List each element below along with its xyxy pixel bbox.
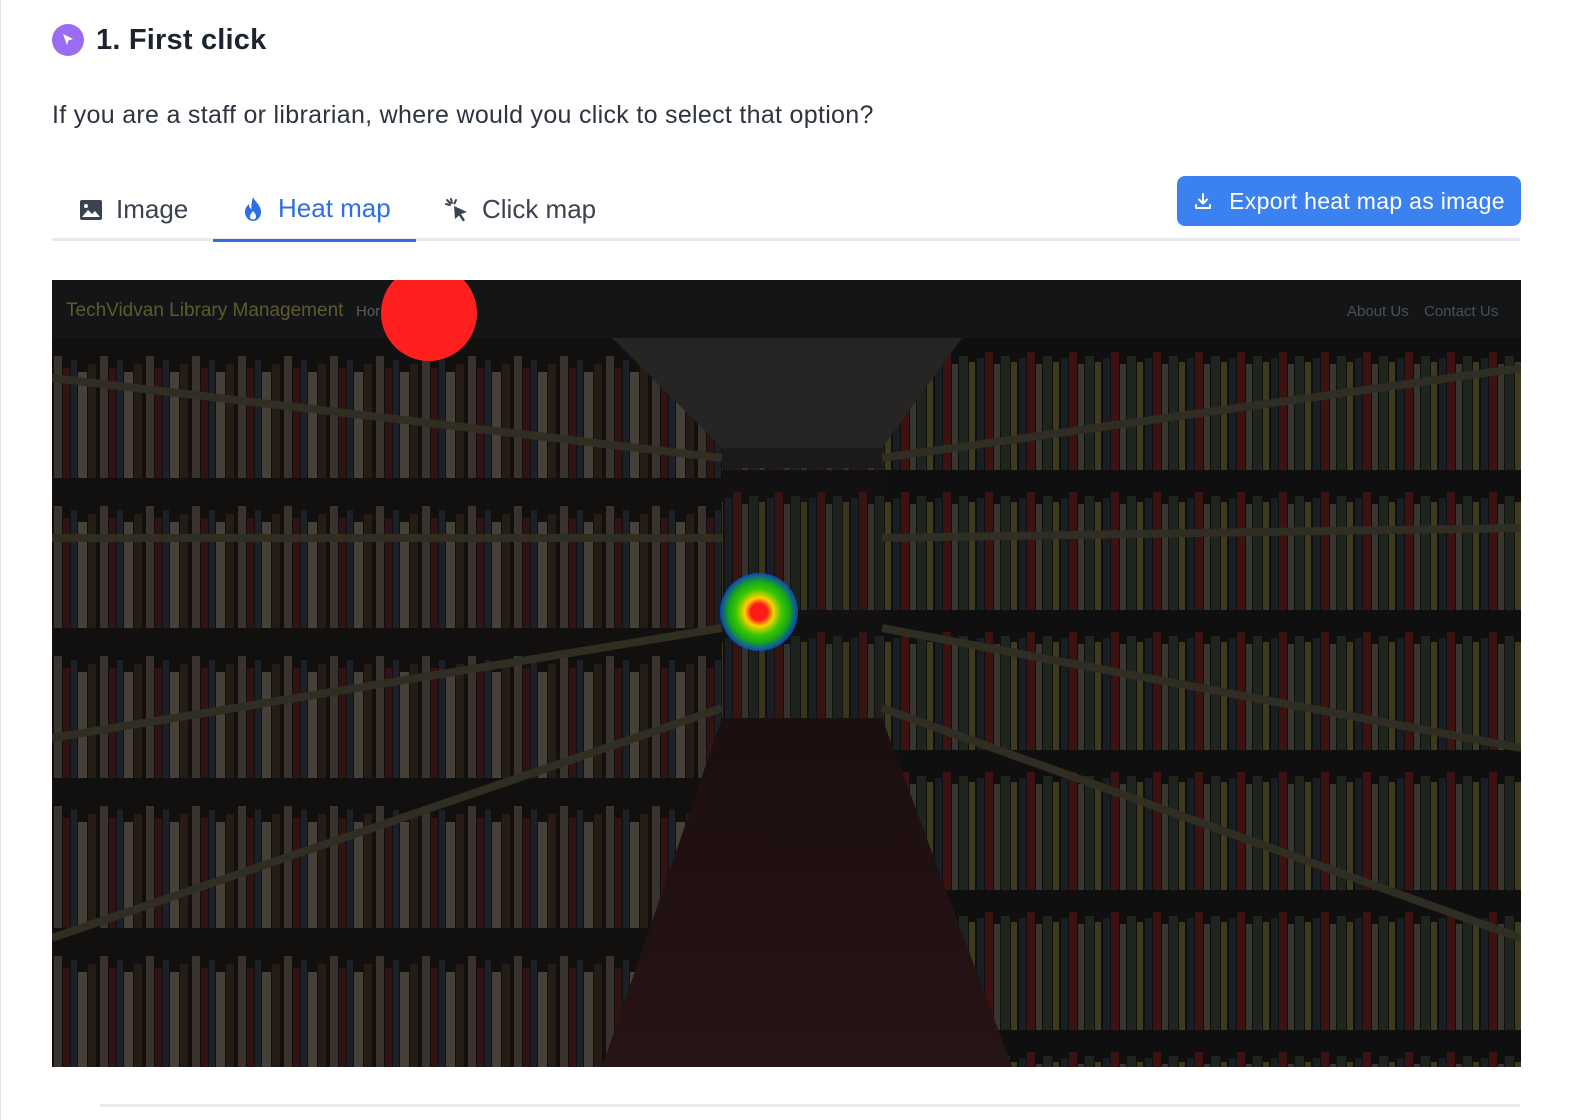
section-divider <box>100 1104 1520 1107</box>
tab-click-map[interactable]: Click map <box>444 178 596 241</box>
task-title: 1. First click <box>96 23 267 56</box>
cursor-click-icon <box>444 197 470 223</box>
preview-nav-contact: Contact Us <box>1424 303 1499 320</box>
preview-navbar: TechVidvan Library Management Hor About … <box>52 280 1521 338</box>
page-left-border <box>0 0 1 1120</box>
preview-nav-about: About Us <box>1347 303 1409 320</box>
task-header: 1. First click <box>52 22 266 58</box>
preview-nav-home: Hor <box>356 303 381 320</box>
library-shelves-image <box>52 338 1521 1067</box>
download-icon <box>1193 191 1213 211</box>
tab-image-label: Image <box>116 194 189 224</box>
cursor-icon <box>52 24 84 56</box>
tab-heat-map-label: Heat map <box>278 193 391 223</box>
flame-icon <box>240 196 266 222</box>
tab-click-map-label: Click map <box>482 194 597 224</box>
tab-heat-map[interactable]: Heat map <box>213 178 416 242</box>
tab-image[interactable]: Image <box>78 178 188 241</box>
export-heat-map-button[interactable]: Export heat map as image <box>1177 176 1521 226</box>
task-question: If you are a staff or librarian, where w… <box>52 101 874 129</box>
heat-spot-center <box>720 573 798 651</box>
heat-map-preview: TechVidvan Library Management Hor About … <box>52 280 1521 1067</box>
preview-brand: TechVidvan Library Management <box>66 300 344 321</box>
export-button-label: Export heat map as image <box>1229 187 1505 214</box>
image-icon <box>78 197 104 223</box>
